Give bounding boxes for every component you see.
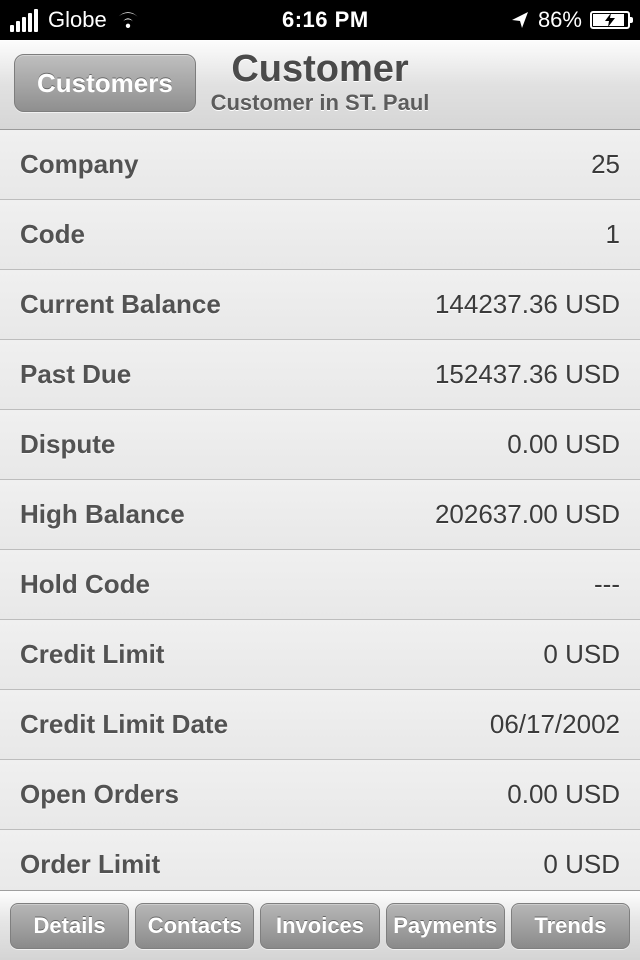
tab-details[interactable]: Details bbox=[10, 903, 129, 949]
row-value: 202637.00 USD bbox=[435, 499, 620, 530]
row-dispute: Dispute 0.00 USD bbox=[0, 410, 640, 480]
wifi-icon bbox=[115, 10, 141, 30]
back-button-label: Customers bbox=[37, 68, 173, 99]
row-order-limit: Order Limit 0 USD bbox=[0, 830, 640, 890]
status-left: Globe bbox=[10, 7, 141, 33]
row-value: --- bbox=[594, 569, 620, 600]
carrier-label: Globe bbox=[48, 7, 107, 33]
row-credit-limit-date: Credit Limit Date 06/17/2002 bbox=[0, 690, 640, 760]
signal-icon bbox=[10, 9, 38, 32]
status-right: 86% bbox=[510, 7, 630, 33]
tab-label: Details bbox=[34, 913, 106, 939]
battery-percent: 86% bbox=[538, 7, 582, 33]
row-label: High Balance bbox=[20, 499, 185, 530]
row-value: 0 USD bbox=[543, 849, 620, 880]
row-current-balance: Current Balance 144237.36 USD bbox=[0, 270, 640, 340]
row-value: 0.00 USD bbox=[507, 429, 620, 460]
row-label: Open Orders bbox=[20, 779, 179, 810]
row-label: Company bbox=[20, 149, 138, 180]
row-label: Dispute bbox=[20, 429, 115, 460]
row-label: Credit Limit Date bbox=[20, 709, 228, 740]
tab-label: Payments bbox=[393, 913, 497, 939]
tab-label: Contacts bbox=[148, 913, 242, 939]
back-button[interactable]: Customers bbox=[14, 54, 196, 112]
row-credit-limit: Credit Limit 0 USD bbox=[0, 620, 640, 690]
row-hold-code: Hold Code --- bbox=[0, 550, 640, 620]
battery-icon bbox=[590, 11, 630, 29]
row-label: Hold Code bbox=[20, 569, 150, 600]
tab-invoices[interactable]: Invoices bbox=[260, 903, 379, 949]
tab-label: Trends bbox=[534, 913, 606, 939]
row-value: 144237.36 USD bbox=[435, 289, 620, 320]
row-label: Order Limit bbox=[20, 849, 160, 880]
tab-payments[interactable]: Payments bbox=[386, 903, 505, 949]
status-time: 6:16 PM bbox=[282, 7, 369, 33]
nav-header: Customers Customer Customer in ST. Paul bbox=[0, 40, 640, 130]
status-bar: Globe 6:16 PM 86% bbox=[0, 0, 640, 40]
row-value: 06/17/2002 bbox=[490, 709, 620, 740]
row-company: Company 25 bbox=[0, 130, 640, 200]
row-label: Credit Limit bbox=[20, 639, 164, 670]
row-open-orders: Open Orders 0.00 USD bbox=[0, 760, 640, 830]
row-value: 0 USD bbox=[543, 639, 620, 670]
row-label: Past Due bbox=[20, 359, 131, 390]
row-label: Code bbox=[20, 219, 85, 250]
location-icon bbox=[510, 10, 530, 30]
details-list[interactable]: Company 25 Code 1 Current Balance 144237… bbox=[0, 130, 640, 890]
tab-bar: Details Contacts Invoices Payments Trend… bbox=[0, 890, 640, 960]
row-code: Code 1 bbox=[0, 200, 640, 270]
row-value: 0.00 USD bbox=[507, 779, 620, 810]
row-high-balance: High Balance 202637.00 USD bbox=[0, 480, 640, 550]
tab-contacts[interactable]: Contacts bbox=[135, 903, 254, 949]
row-value: 152437.36 USD bbox=[435, 359, 620, 390]
tab-label: Invoices bbox=[276, 913, 364, 939]
row-label: Current Balance bbox=[20, 289, 221, 320]
tab-trends[interactable]: Trends bbox=[511, 903, 630, 949]
row-value: 1 bbox=[606, 219, 620, 250]
row-past-due: Past Due 152437.36 USD bbox=[0, 340, 640, 410]
row-value: 25 bbox=[591, 149, 620, 180]
